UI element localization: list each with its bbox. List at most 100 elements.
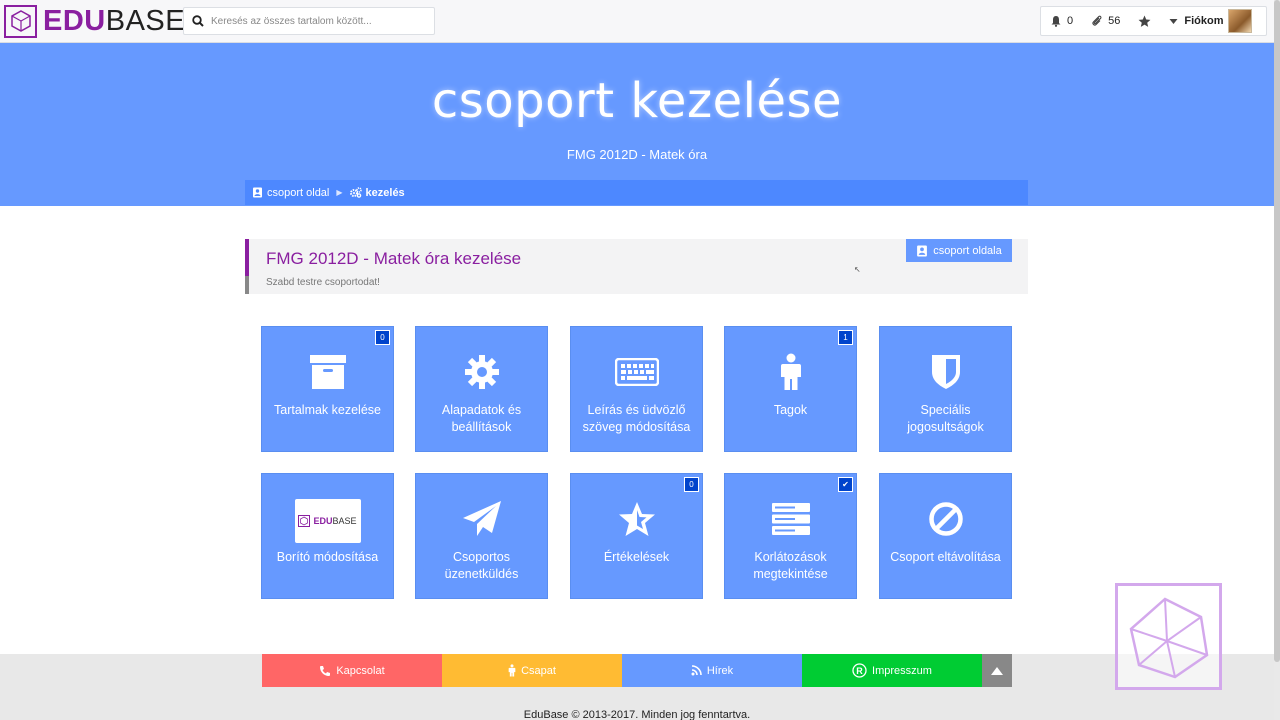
star-half-icon — [571, 500, 702, 538]
account-menu[interactable]: Fiókom — [1160, 7, 1260, 35]
gears-icon — [349, 187, 362, 198]
tile-label: Csoport eltávolítása — [890, 550, 1001, 564]
count-badge: 0 — [684, 477, 699, 492]
server-icon — [725, 500, 856, 538]
footer-imprint-link[interactable]: R Impresszum — [802, 654, 982, 687]
person-icon — [508, 664, 516, 677]
logo-icon — [298, 515, 311, 527]
section-title: FMG 2012D - Matek óra kezelése — [266, 249, 522, 268]
scrollbar-thumb[interactable] — [1274, 0, 1280, 662]
page-title: csoport kezelése — [431, 73, 843, 129]
tile-ratings[interactable]: 0 Értékelések — [570, 473, 703, 599]
user-menu-bar: 0 56 Fiókom — [1040, 6, 1267, 36]
copyright-text: EduBase © 2013-2017. Minden jog fenntart… — [523, 709, 751, 720]
account-label: Fiókom — [1184, 15, 1224, 27]
breadcrumb: csoport oldal ▶ kezelés — [245, 180, 1028, 205]
notifications-count: 0 — [1067, 15, 1074, 27]
footer-contact-link[interactable]: Kapcsolat — [262, 654, 442, 687]
tile-content-management[interactable]: 0 Tartalmak kezelése — [261, 326, 394, 452]
tile-label: Borító módosítása — [276, 550, 379, 564]
tile-label: Alapadatok és beállítások — [441, 403, 522, 434]
breadcrumb-group-page[interactable]: csoport oldal — [252, 187, 329, 199]
caret-down-icon — [1169, 18, 1178, 24]
scrollbar[interactable] — [1274, 0, 1280, 720]
tile-restrictions[interactable]: ✔ Korlátozások megtekintése — [724, 473, 857, 599]
tile-label: Leírás és üdvözlő szöveg módosítása — [582, 403, 691, 434]
keyboard-icon — [571, 353, 702, 391]
footer-news-link[interactable]: Hírek — [622, 654, 802, 687]
svg-text:R: R — [856, 666, 863, 676]
accent-bar-secondary — [245, 276, 249, 294]
avatar[interactable] — [1227, 9, 1252, 33]
section-subtitle: Szabd testre csoportodat! — [266, 277, 380, 288]
hero-banner: csoport kezelése FMG 2012D - Matek óra c… — [0, 43, 1274, 206]
user-card-icon — [253, 187, 262, 198]
gear-icon — [416, 353, 547, 391]
mouse-cursor-icon: ↖ — [854, 265, 861, 274]
page-subtitle: FMG 2012D - Matek óra — [566, 147, 708, 162]
chevron-right-icon: ▶ — [336, 188, 343, 197]
tile-basic-settings[interactable]: Alapadatok és beállítások — [415, 326, 548, 452]
footer-nav: Kapcsolat Csapat Hírek R Impresszum — [262, 654, 1012, 687]
attachments-button[interactable]: 56 — [1082, 7, 1129, 35]
paperclip-icon — [1092, 15, 1102, 26]
count-badge: 0 — [375, 330, 390, 345]
logo-icon — [4, 4, 37, 38]
search-icon — [192, 15, 204, 27]
accent-bar — [245, 239, 249, 276]
check-icon: ✔ — [838, 477, 853, 492]
ban-icon — [880, 500, 1011, 538]
rss-icon — [691, 665, 702, 676]
count-badge: 1 — [838, 330, 853, 345]
bell-icon — [1051, 16, 1061, 27]
footer-link-label: Csapat — [521, 664, 556, 677]
logo[interactable]: EDUBASE — [4, 3, 185, 39]
cover-logo-text: EDUBASE — [313, 516, 356, 526]
search-box[interactable] — [183, 7, 435, 35]
attachments-count: 56 — [1108, 15, 1121, 27]
phone-icon — [320, 665, 331, 676]
breadcrumb-manage: kezelés — [349, 186, 405, 199]
search-input[interactable] — [211, 15, 426, 27]
top-navbar: EDUBASE 0 56 Fiókom — [0, 0, 1274, 43]
tile-label: Korlátozások megtekintése — [753, 550, 828, 581]
tile-members[interactable]: 1 Tagok — [724, 326, 857, 452]
footer-link-label: Hírek — [706, 664, 734, 677]
favorites-button[interactable] — [1129, 7, 1160, 35]
shield-icon — [880, 353, 1011, 391]
tile-label: Tartalmak kezelése — [274, 403, 381, 417]
caret-up-icon — [991, 666, 1003, 675]
person-icon — [725, 353, 856, 391]
scroll-to-top-button[interactable] — [982, 654, 1012, 687]
paper-plane-icon — [416, 500, 547, 538]
cover-thumbnail: EDUBASE — [294, 499, 361, 543]
group-page-button-label: csoport oldala — [933, 244, 1002, 257]
footer-link-label: Impresszum — [872, 664, 932, 677]
group-page-button[interactable]: csoport oldala — [906, 239, 1012, 262]
archive-icon — [262, 353, 393, 391]
breadcrumb-item-label: csoport oldal — [267, 186, 330, 199]
tile-delete-group[interactable]: Csoport eltávolítása — [879, 473, 1012, 599]
tile-label: Csoportos üzenetküldés — [444, 550, 519, 581]
footer-link-label: Kapcsolat — [336, 664, 385, 677]
logo-text: EDUBASE — [43, 3, 185, 39]
tile-special-permissions[interactable]: Speciális jogosultságok — [879, 326, 1012, 452]
tile-label: Tagok — [773, 403, 808, 417]
user-card-icon — [917, 245, 928, 256]
notifications-button[interactable]: 0 — [1041, 7, 1082, 35]
cover-logo-text-base: BASE — [332, 516, 357, 526]
cover-logo-text-edu: EDU — [313, 516, 333, 526]
breadcrumb-item-label: kezelés — [365, 186, 405, 199]
logo-text-base: BASE — [105, 5, 186, 37]
star-icon — [1138, 15, 1151, 27]
logo-text-edu: EDU — [43, 5, 106, 37]
tile-label: Speciális jogosultságok — [907, 403, 984, 434]
tile-label: Értékelések — [603, 550, 670, 564]
tile-group-messaging[interactable]: Csoportos üzenetküldés — [415, 473, 548, 599]
content-header: FMG 2012D - Matek óra kezelése Szabd tes… — [245, 239, 1028, 294]
tile-description-edit[interactable]: Leírás és üdvözlő szöveg módosítása — [570, 326, 703, 452]
footer-team-link[interactable]: Csapat — [442, 654, 622, 687]
cover-image-icon: EDUBASE — [262, 499, 393, 543]
tile-cover-edit[interactable]: EDUBASE Borító módosítása — [261, 473, 394, 599]
registered-icon: R — [852, 663, 867, 678]
